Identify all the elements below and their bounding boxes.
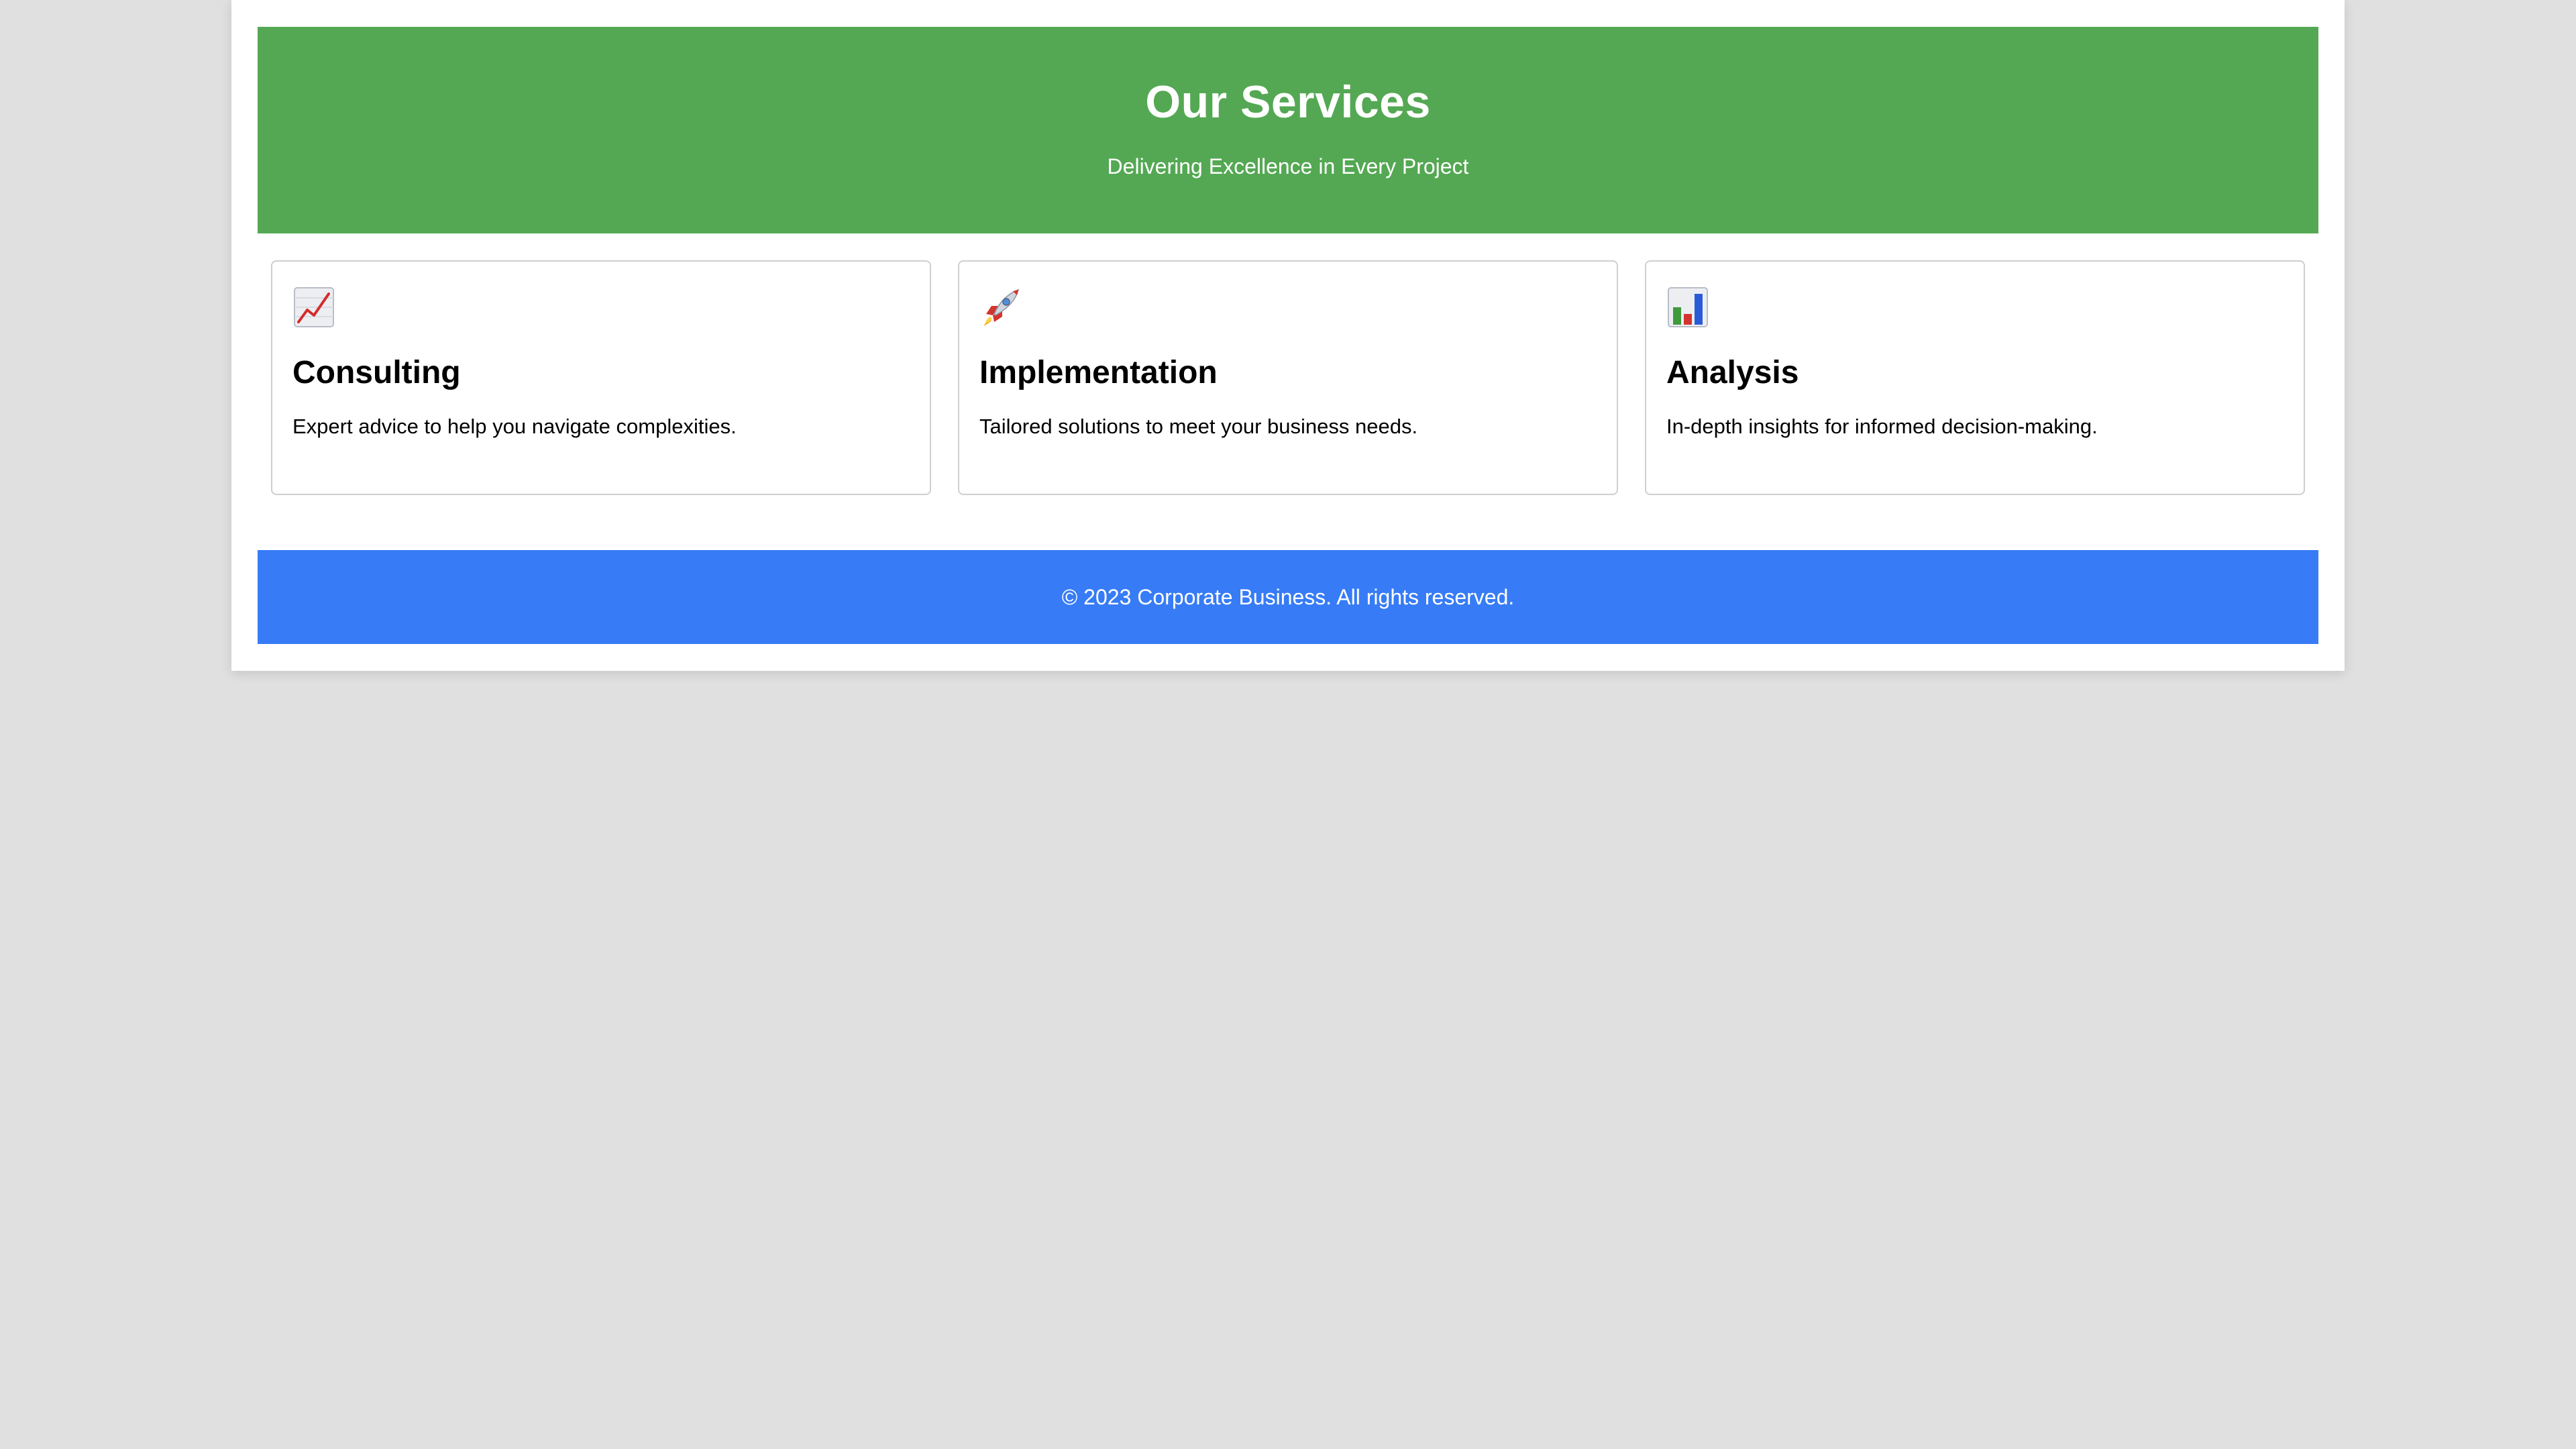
page-title: Our Services <box>1145 76 1431 127</box>
service-card-implementation: Implementation Tailored solutions to mee… <box>958 260 1618 495</box>
service-description: In-depth insights for informed decision-… <box>1666 415 2098 438</box>
service-card-consulting: Consulting Expert advice to help you nav… <box>271 260 931 495</box>
service-title: Analysis <box>1666 355 1799 390</box>
service-description: Expert advice to help you navigate compl… <box>292 415 737 438</box>
services-grid: Consulting Expert advice to help you nav… <box>258 233 2318 495</box>
chart-increasing-icon <box>292 286 910 329</box>
page-footer: © 2023 Corporate Business. All rights re… <box>258 550 2318 644</box>
service-card-analysis: Analysis In-depth insights for informed … <box>1645 260 2305 495</box>
service-title: Implementation <box>979 355 1218 390</box>
copyright-text: © 2023 Corporate Business. All rights re… <box>1061 585 1515 609</box>
bar-chart-icon <box>1666 286 2284 329</box>
page-container: Our Services Delivering Excellence in Ev… <box>231 0 2345 671</box>
service-title: Consulting <box>292 355 461 390</box>
services-hero-banner: Our Services Delivering Excellence in Ev… <box>258 27 2318 233</box>
page-subtitle: Delivering Excellence in Every Project <box>1107 154 1469 178</box>
rocket-icon <box>979 286 1597 329</box>
service-description: Tailored solutions to meet your business… <box>979 415 1418 438</box>
